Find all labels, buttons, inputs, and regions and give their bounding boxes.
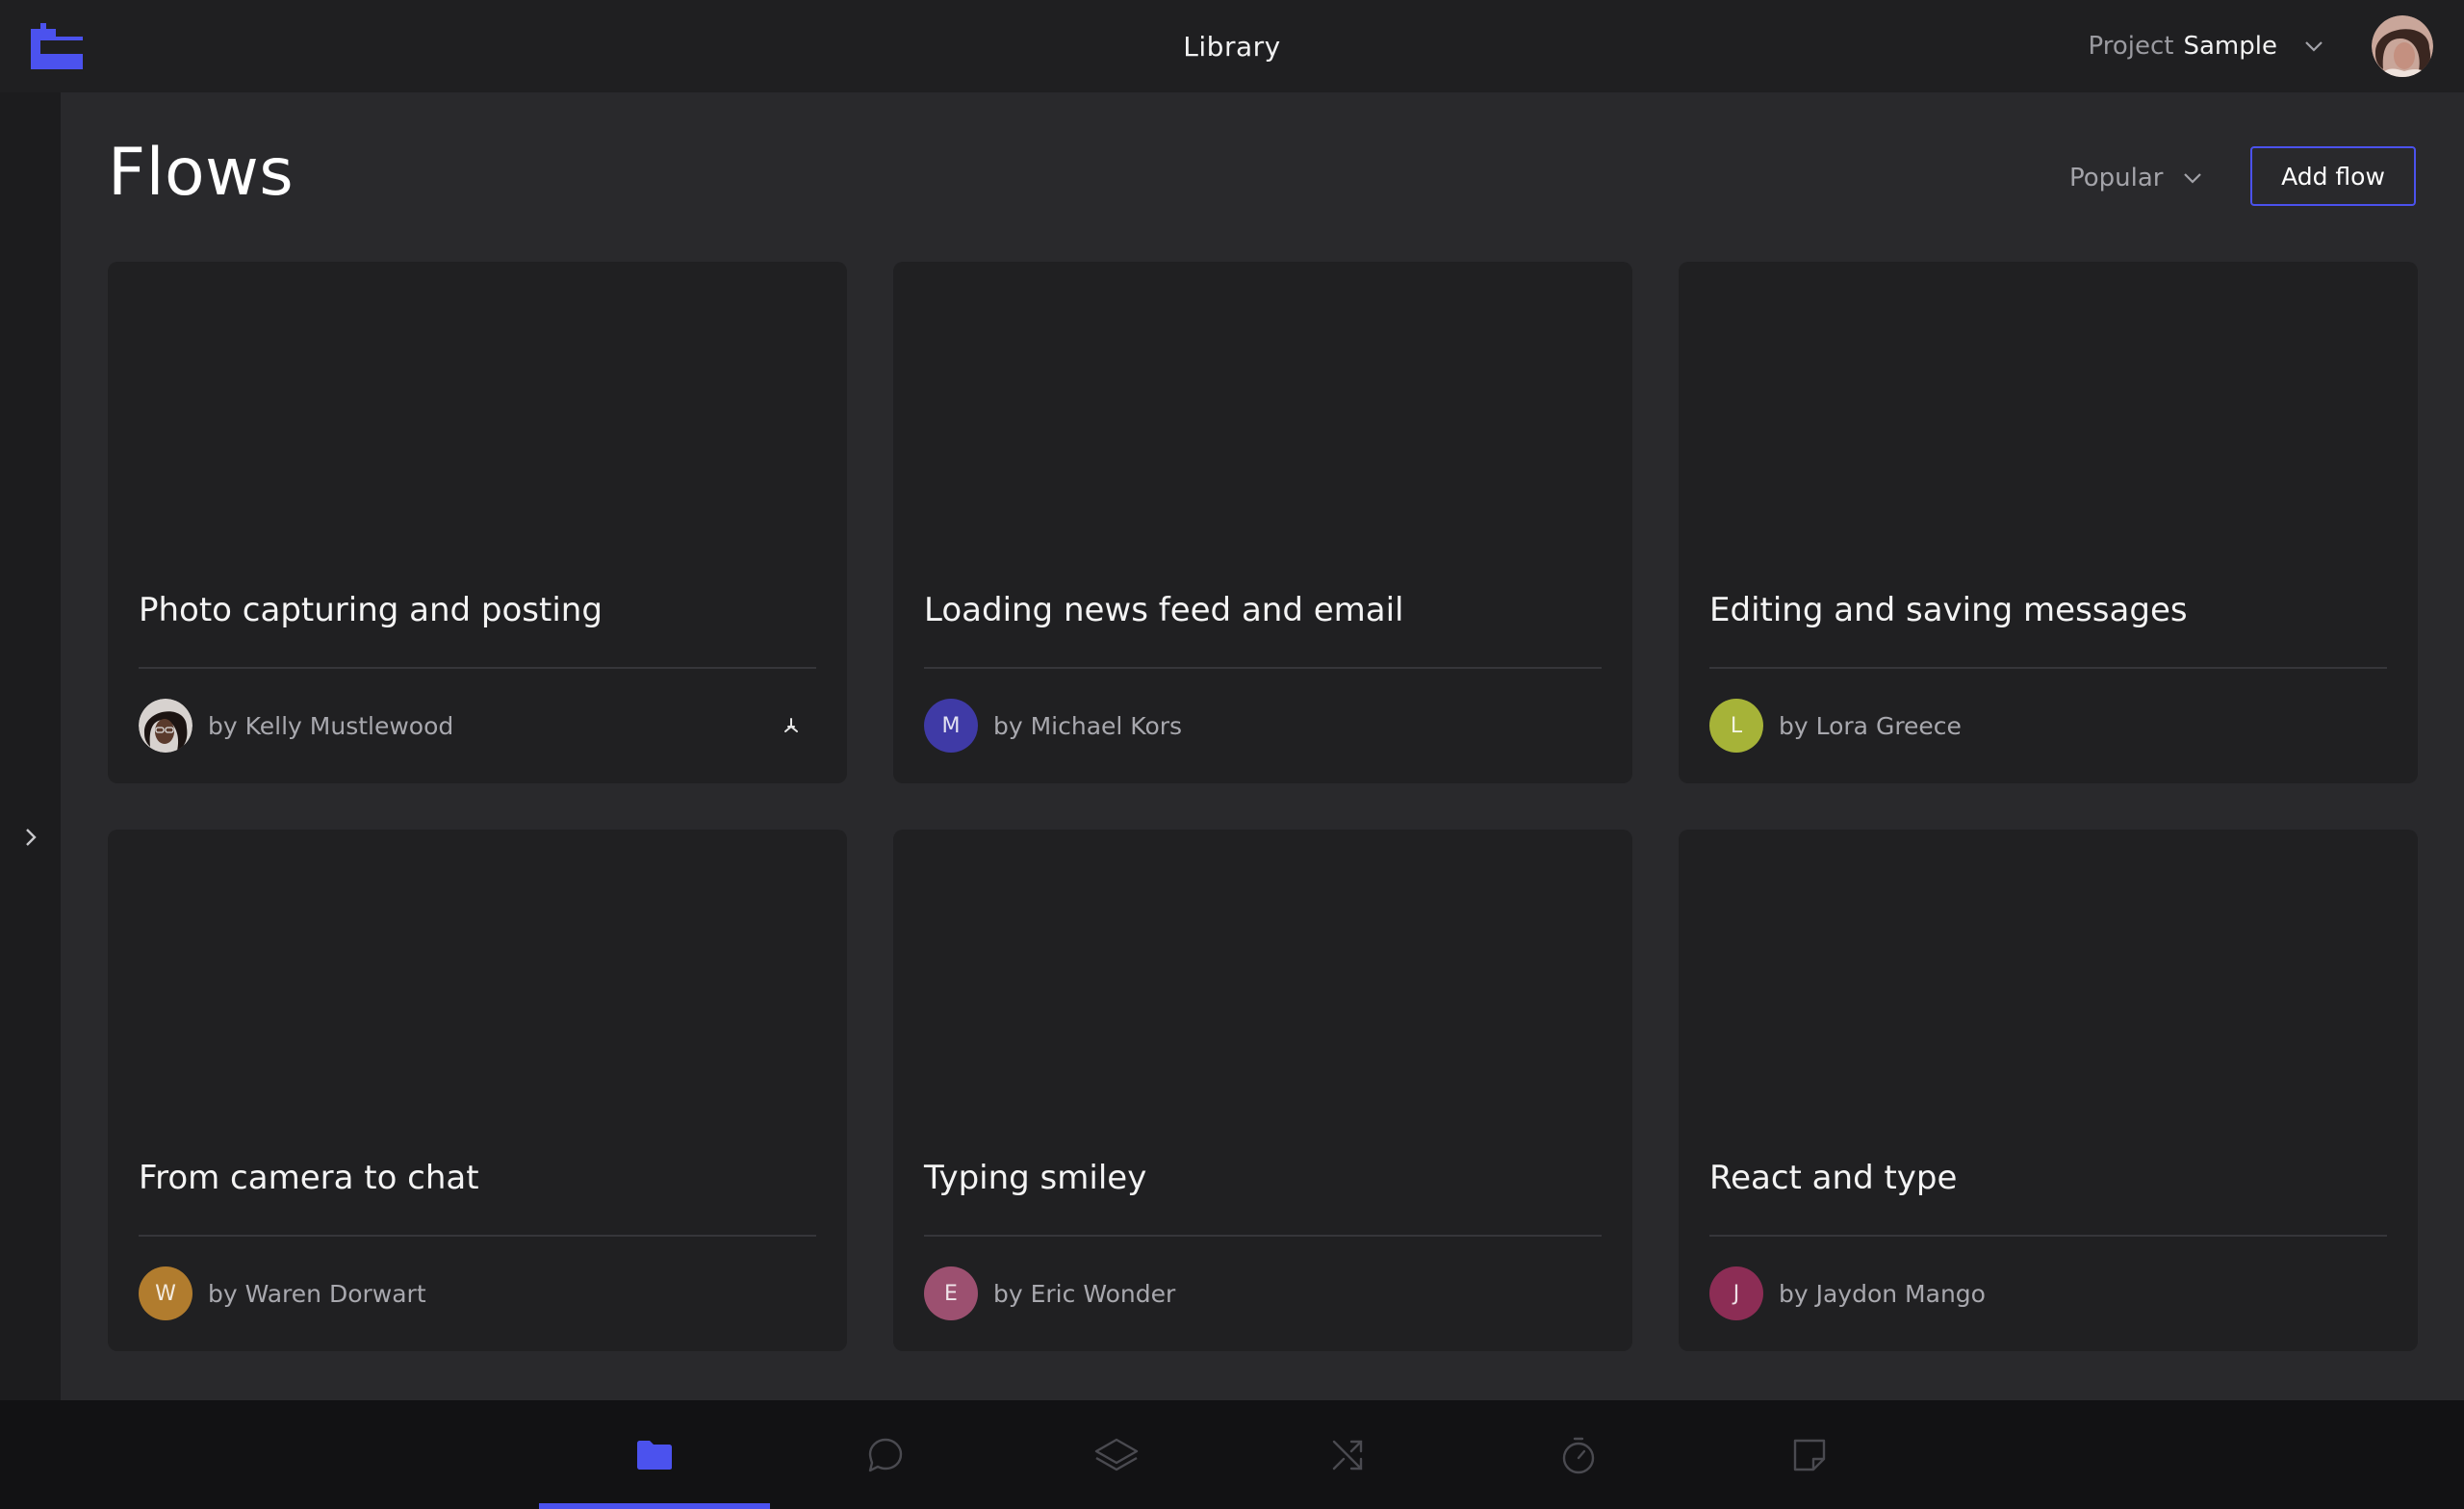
author-name: by Kelly Mustlewood [208, 711, 454, 740]
project-value: Sample [2183, 32, 2278, 61]
card-footer: W by Waren Dorwart [139, 1266, 816, 1320]
divider [1709, 1235, 2387, 1237]
page-title: Flows [108, 135, 295, 211]
tab-shuffle[interactable] [1232, 1400, 1463, 1509]
tab-notes[interactable] [1694, 1400, 1925, 1509]
author-avatar: M [924, 699, 978, 753]
layers-icon [1094, 1438, 1139, 1471]
folder-icon [637, 1440, 672, 1470]
author-avatar [139, 699, 192, 753]
author-name: by Michael Kors [993, 711, 1183, 740]
left-sidebar [0, 92, 61, 1400]
chat-bubble-icon [868, 1438, 903, 1471]
sort-label: Popular [2069, 164, 2164, 192]
author-name: by Lora Greece [1779, 711, 1962, 740]
author-avatar: J [1709, 1266, 1763, 1320]
bottom-nav [0, 1400, 2464, 1509]
author-avatar: L [1709, 699, 1763, 753]
flow-card[interactable]: React and type J by Jaydon Mango [1679, 830, 2418, 1351]
author-avatar: E [924, 1266, 978, 1320]
card-footer: M by Michael Kors [924, 699, 1602, 753]
card-footer: J by Jaydon Mango [1709, 1266, 2387, 1320]
flow-card[interactable]: Photo capturing and posting by Kelly Mus… [108, 262, 847, 783]
flow-title: From camera to chat [139, 1159, 479, 1197]
flow-title: Editing and saving messages [1709, 591, 2188, 629]
chevron-down-icon [2183, 173, 2201, 184]
card-footer: L by Lora Greece [1709, 699, 2387, 753]
author-avatar: W [139, 1266, 192, 1320]
shuffle-icon [1332, 1440, 1363, 1470]
flow-card[interactable]: Editing and saving messages L by Lora Gr… [1679, 262, 2418, 783]
divider [924, 667, 1602, 669]
top-bar: Library Project Sample [0, 0, 2464, 92]
divider [1709, 667, 2387, 669]
flow-card[interactable]: From camera to chat W by Waren Dorwart [108, 830, 847, 1351]
tab-comments[interactable] [770, 1400, 1001, 1509]
sticky-note-icon [1793, 1439, 1826, 1471]
tab-library[interactable] [539, 1400, 770, 1509]
sort-dropdown[interactable]: Popular [2069, 154, 2202, 202]
add-flow-button[interactable]: Add flow [2250, 146, 2416, 206]
chevron-right-icon[interactable] [21, 822, 42, 853]
card-footer: E by Eric Wonder [924, 1266, 1602, 1320]
flow-title: React and type [1709, 1159, 1958, 1197]
divider [924, 1235, 1602, 1237]
flow-card[interactable]: Typing smiley E by Eric Wonder [893, 830, 1632, 1351]
active-tab-indicator [539, 1503, 770, 1509]
user-avatar[interactable] [2372, 15, 2433, 77]
project-label: Project [2088, 32, 2174, 61]
pin-icon[interactable] [778, 712, 805, 739]
divider [139, 1235, 816, 1237]
divider [139, 667, 816, 669]
flow-title: Photo capturing and posting [139, 591, 603, 629]
author-name: by Waren Dorwart [208, 1279, 426, 1308]
stopwatch-icon [1562, 1437, 1595, 1473]
flow-title: Typing smiley [924, 1159, 1147, 1197]
tab-layers[interactable] [1001, 1400, 1232, 1509]
flow-card[interactable]: Loading news feed and email M by Michael… [893, 262, 1632, 783]
project-selector[interactable]: Project Sample [2089, 0, 2323, 92]
tab-timer[interactable] [1463, 1400, 1694, 1509]
chevron-down-icon [2305, 41, 2323, 52]
card-footer: by Kelly Mustlewood [139, 699, 816, 753]
author-name: by Eric Wonder [993, 1279, 1176, 1308]
flow-title: Loading news feed and email [924, 591, 1404, 629]
author-name: by Jaydon Mango [1779, 1279, 1986, 1308]
flow-grid: Photo capturing and posting by Kelly Mus… [108, 262, 2418, 1351]
